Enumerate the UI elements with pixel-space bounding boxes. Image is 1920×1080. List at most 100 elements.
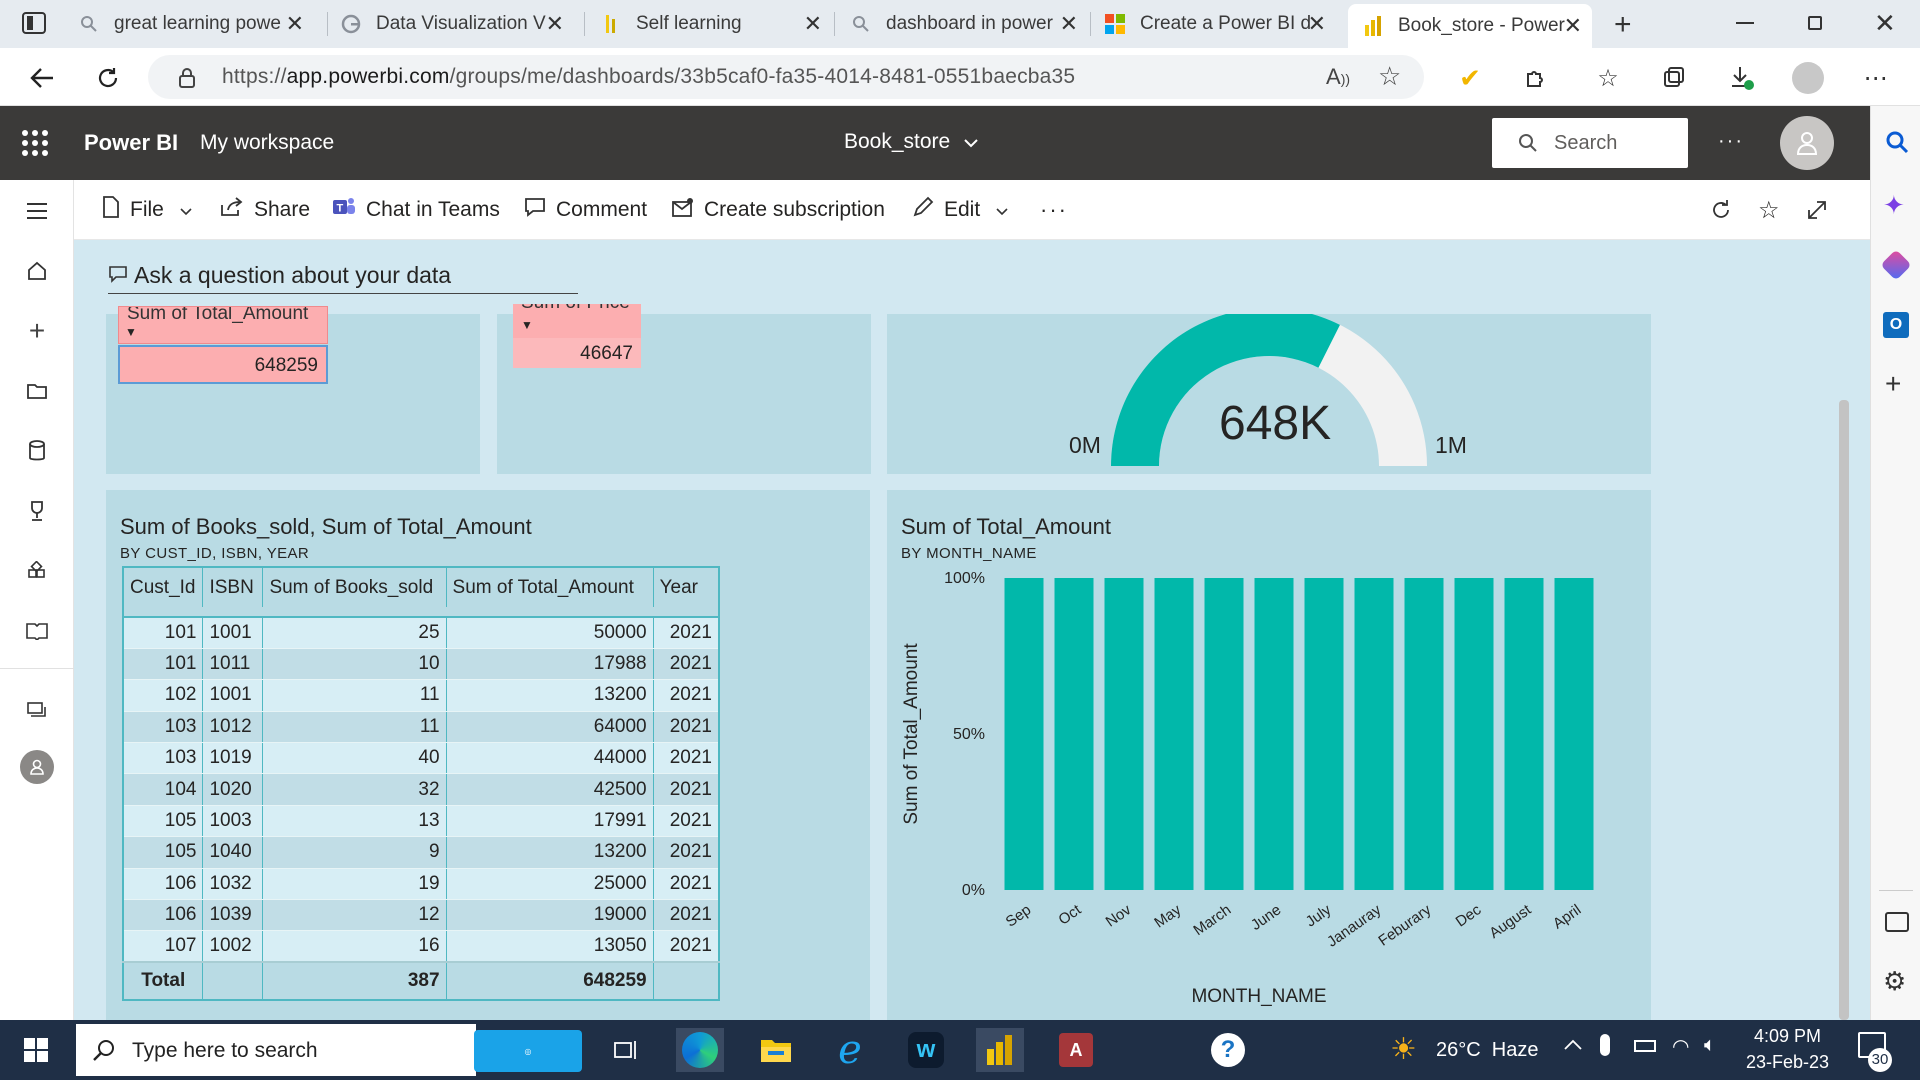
add-icon[interactable]: + xyxy=(1885,368,1901,400)
tile-card-price[interactable]: Sum of Price ▼ 46647 xyxy=(497,304,871,474)
canvas-scrollbar[interactable] xyxy=(1839,400,1849,1020)
new-tab-button[interactable]: + xyxy=(1614,8,1632,42)
favorite-star-icon[interactable]: ☆ xyxy=(1758,194,1780,226)
more-commands-icon[interactable]: ··· xyxy=(1040,194,1068,226)
table-column-header[interactable]: Cust_Id xyxy=(123,567,204,607)
wifi-icon[interactable]: ◠ xyxy=(1672,1034,1689,1059)
close-icon[interactable]: ✕ xyxy=(1564,13,1582,39)
table-row[interactable]: 105 1040 9 13200 2021 xyxy=(123,836,720,869)
app-name[interactable]: Power BI xyxy=(84,130,178,156)
dashboard-title-dropdown[interactable]: Book_store xyxy=(844,130,978,154)
url-field[interactable]: https://app.powerbi.com/groups/me/dashbo… xyxy=(148,55,1424,99)
chevron-up-icon[interactable] xyxy=(1564,1038,1582,1056)
tab-create-powerbi[interactable]: Create a Power BI d ✕ xyxy=(1104,6,1336,42)
add-favorite-icon[interactable]: ☆ xyxy=(1378,61,1401,92)
copilot-icon[interactable]: ✦ xyxy=(1883,190,1905,221)
browse-icon[interactable] xyxy=(20,374,54,408)
apps-icon[interactable] xyxy=(20,554,54,588)
goals-icon[interactable] xyxy=(20,494,54,528)
file-explorer-icon[interactable] xyxy=(752,1028,800,1072)
url-text[interactable]: https://app.powerbi.com/groups/me/dashbo… xyxy=(222,65,1075,89)
table-row[interactable]: 104 1020 32 42500 2021 xyxy=(123,773,720,806)
search-icon[interactable] xyxy=(1885,130,1909,159)
extensions-icon[interactable] xyxy=(1518,60,1554,96)
weather-text[interactable]: 26°C Haze xyxy=(1436,1039,1539,1062)
access-icon[interactable]: A xyxy=(1052,1028,1100,1072)
learn-icon[interactable] xyxy=(20,614,54,648)
refresh-button[interactable] xyxy=(90,60,126,96)
outlook-icon[interactable]: O xyxy=(1883,312,1909,338)
minimize-button[interactable] xyxy=(1736,22,1754,24)
workspaces-icon[interactable] xyxy=(20,694,54,728)
table-row[interactable]: 101 1011 10 17988 2021 xyxy=(123,648,720,681)
volume-icon[interactable]: 🔈︎ xyxy=(1704,1034,1716,1057)
table-row[interactable]: 106 1039 12 19000 2021 xyxy=(123,899,720,932)
downloads-icon[interactable] xyxy=(1724,60,1760,96)
my-workspace-icon[interactable] xyxy=(20,750,54,784)
close-icon[interactable]: ✕ xyxy=(804,11,822,37)
close-icon[interactable]: ✕ xyxy=(546,11,564,37)
battery-icon[interactable] xyxy=(1634,1040,1656,1052)
weather-icon[interactable]: ☀ xyxy=(1390,1032,1417,1067)
close-icon[interactable]: ✕ xyxy=(1308,11,1326,37)
table-column-header[interactable]: ISBN xyxy=(202,567,264,607)
office-icon[interactable] xyxy=(1880,249,1912,281)
tile-gauge[interactable]: 648K 0M 1M xyxy=(887,314,1651,474)
close-window-button[interactable]: ✕ xyxy=(1874,8,1896,39)
tile-table[interactable]: Sum of Books_sold, Sum of Total_Amount B… xyxy=(106,490,870,1020)
home-icon[interactable] xyxy=(20,254,54,288)
table-row[interactable]: 103 1012 11 64000 2021 xyxy=(123,711,720,744)
create-icon[interactable]: + xyxy=(20,314,54,348)
collections-icon[interactable] xyxy=(1656,60,1692,96)
tab-dashboard-in-power[interactable]: dashboard in power ✕ xyxy=(850,6,1088,42)
refresh-visuals-icon[interactable] xyxy=(1710,194,1732,226)
table-column-header[interactable]: Sum of Books_sold xyxy=(262,567,447,607)
table-row[interactable]: 101 1001 25 50000 2021 xyxy=(123,617,720,649)
internet-explorer-icon[interactable]: e xyxy=(826,1027,874,1073)
browser-menu-icon[interactable]: ⋯ xyxy=(1858,60,1894,96)
more-options-icon[interactable]: ··· xyxy=(1718,130,1744,153)
help-icon[interactable]: ? xyxy=(1204,1028,1252,1072)
qna-box[interactable]: Ask a question about your data xyxy=(108,258,578,294)
table-row[interactable]: 106 1032 19 25000 2021 xyxy=(123,868,720,901)
microphone-icon[interactable] xyxy=(1600,1034,1610,1056)
restore-button[interactable] xyxy=(1808,16,1822,30)
edge-taskbar-icon[interactable] xyxy=(676,1028,724,1072)
tab-actions-icon[interactable] xyxy=(22,12,46,34)
clock-time[interactable]: 4:09 PM xyxy=(1754,1026,1821,1047)
tile-card-total-amount[interactable]: Sum of Total_Amount ▼ 648259 xyxy=(106,306,480,474)
task-view-icon[interactable] xyxy=(600,1028,648,1072)
workspace-link[interactable]: My workspace xyxy=(200,131,334,155)
share-button[interactable]: Share xyxy=(220,194,310,226)
powerbi-taskbar-icon[interactable] xyxy=(976,1028,1024,1072)
file-menu[interactable]: File xyxy=(102,194,192,226)
tile-bar-chart[interactable]: Sum of Total_Amount BY MONTH_NAME 0% 50% 1… xyxy=(887,490,1651,1020)
lock-icon[interactable] xyxy=(178,67,196,94)
back-button[interactable] xyxy=(24,60,60,96)
norton-icon[interactable]: ✔ xyxy=(1452,60,1488,96)
settings-icon[interactable]: ⚙ xyxy=(1883,966,1906,997)
app-launcher-icon[interactable] xyxy=(22,130,48,156)
table-column-header[interactable]: Sum of Total_Amount xyxy=(446,567,654,607)
favorites-icon[interactable]: ☆ xyxy=(1590,60,1626,96)
table-column-header[interactable]: Year xyxy=(653,567,720,607)
search-highlight-badge[interactable]: ◎ xyxy=(474,1030,582,1072)
hide-sidebar-icon[interactable] xyxy=(1885,912,1909,932)
table-row[interactable]: 103 1019 40 44000 2021 xyxy=(123,742,720,775)
comment-button[interactable]: Comment xyxy=(524,194,647,226)
table-row[interactable]: 102 1001 11 13200 2021 xyxy=(123,679,720,712)
taskbar-search[interactable]: Type here to search xyxy=(76,1024,476,1076)
clock-date[interactable]: 23-Feb-23 xyxy=(1746,1052,1829,1073)
close-icon[interactable]: ✕ xyxy=(286,11,304,37)
windows-start-icon[interactable] xyxy=(12,1028,60,1072)
tab-book-store[interactable]: Book_store - Power ✕ xyxy=(1348,4,1592,48)
hamburger-menu-icon[interactable] xyxy=(20,194,54,228)
datahub-icon[interactable] xyxy=(20,434,54,468)
fullscreen-icon[interactable] xyxy=(1806,194,1828,226)
read-aloud-icon[interactable]: A)) xyxy=(1326,64,1350,90)
create-subscription-button[interactable]: Create subscription xyxy=(672,194,885,226)
table-row[interactable]: 105 1003 13 17991 2021 xyxy=(123,805,720,838)
edit-menu[interactable]: Edit xyxy=(912,194,1008,226)
user-avatar[interactable] xyxy=(1780,116,1834,170)
chat-in-teams-button[interactable]: T Chat in Teams xyxy=(332,194,500,226)
